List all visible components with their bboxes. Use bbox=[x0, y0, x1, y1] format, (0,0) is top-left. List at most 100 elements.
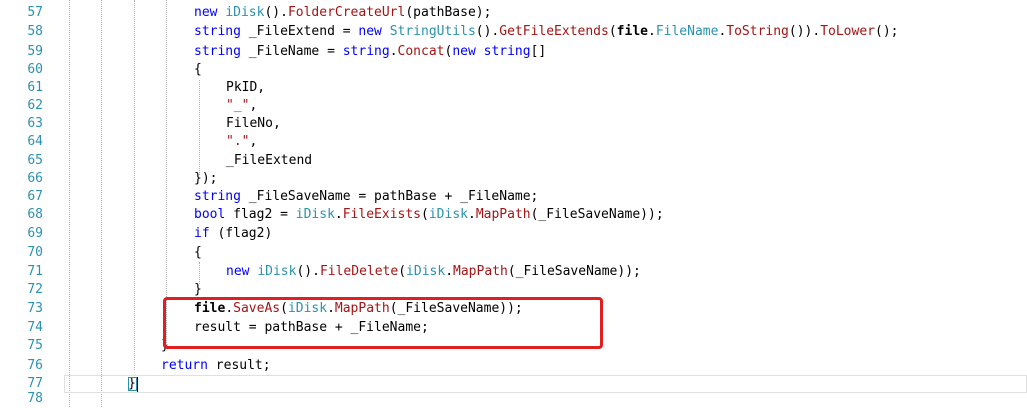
indent-guide bbox=[199, 80, 200, 175]
code-token: . bbox=[647, 24, 656, 39]
line-number: 61 bbox=[27, 80, 43, 95]
indent-guide bbox=[69, 0, 70, 407]
code-token: GetFileExtends bbox=[499, 24, 609, 39]
line-number: 66 bbox=[27, 171, 43, 186]
code-token: new bbox=[194, 5, 226, 20]
code-line[interactable]: string _FileName = string.Concat(new str… bbox=[194, 43, 546, 61]
code-token: if bbox=[194, 226, 218, 241]
code-token: FileExists bbox=[342, 207, 422, 222]
line-number: 60 bbox=[27, 62, 43, 77]
code-line[interactable]: { bbox=[194, 61, 202, 79]
code-token: (). bbox=[264, 5, 288, 20]
code-token: . bbox=[467, 207, 476, 222]
code-token: FolderCreateUrl bbox=[287, 5, 406, 20]
code-token: file bbox=[616, 24, 648, 39]
code-token: string bbox=[194, 44, 249, 59]
code-token: flag2 = bbox=[233, 207, 296, 222]
code-token: . bbox=[445, 264, 454, 279]
code-token: iDisk bbox=[406, 264, 446, 279]
code-token: StringUtils bbox=[389, 24, 476, 39]
code-token: (_FileSaveName)); bbox=[507, 264, 641, 279]
code-token: _FileSaveName = pathBase + _FileName; bbox=[248, 189, 539, 204]
line-number: 69 bbox=[27, 226, 43, 241]
code-token: , bbox=[249, 98, 258, 113]
line-number: 67 bbox=[27, 189, 43, 204]
code-token: } bbox=[194, 282, 202, 297]
code-token: { bbox=[194, 62, 202, 77]
code-token: { bbox=[194, 245, 202, 260]
code-token: bool bbox=[194, 207, 234, 222]
code-token: "_" bbox=[226, 98, 250, 113]
code-token: iDisk bbox=[257, 264, 297, 279]
code-token: [] bbox=[530, 44, 547, 59]
line-number: 62 bbox=[27, 98, 43, 113]
line-number: 63 bbox=[27, 116, 43, 131]
code-line[interactable]: ".", bbox=[226, 133, 257, 151]
code-token: string bbox=[194, 189, 249, 204]
code-line[interactable]: _FileExtend bbox=[226, 152, 312, 170]
code-token: string bbox=[342, 44, 390, 59]
code-token: (); bbox=[875, 24, 899, 39]
code-token: Concat bbox=[397, 44, 445, 59]
code-line[interactable]: string _FileExtend = new StringUtils().G… bbox=[194, 23, 898, 41]
code-token: (_FileSaveName)); bbox=[530, 207, 664, 222]
code-token: ToLower bbox=[820, 24, 875, 39]
code-line[interactable]: PkID, bbox=[226, 79, 265, 97]
code-editor[interactable]: 57 58 59 60 61 62 63 64 65 66 67 68 69 70 71 72 73 74 75 76… bbox=[0, 0, 1027, 407]
line-number: 58 bbox=[27, 24, 43, 39]
code-token: new bbox=[358, 24, 390, 39]
code-token: , bbox=[249, 134, 258, 149]
code-token: ()). bbox=[788, 24, 821, 39]
code-line[interactable]: bool flag2 = iDisk.FileExists(iDisk.MapP… bbox=[194, 206, 664, 224]
code-token: (). bbox=[296, 264, 320, 279]
code-token: (pathBase); bbox=[405, 5, 492, 20]
code-line[interactable]: return result; bbox=[161, 357, 271, 375]
code-token: }); bbox=[194, 171, 218, 186]
indent-guide bbox=[199, 262, 200, 284]
code-token: FileName bbox=[655, 24, 719, 39]
code-line[interactable]: { bbox=[194, 244, 202, 262]
code-line[interactable]: new iDisk().FolderCreateUrl(pathBase); bbox=[194, 4, 491, 22]
code-line[interactable]: new iDisk().FileDelete(iDisk.MapPath(_Fi… bbox=[226, 263, 641, 281]
brace-match-highlight bbox=[128, 377, 137, 391]
code-token: (). bbox=[475, 24, 500, 39]
line-number: 59 bbox=[27, 44, 43, 59]
code-token: iDisk bbox=[225, 5, 265, 20]
code-token: iDisk bbox=[295, 207, 335, 222]
code-line[interactable]: FileNo, bbox=[226, 115, 281, 133]
line-number: 72 bbox=[27, 282, 43, 297]
code-line[interactable]: if (flag2) bbox=[194, 225, 272, 243]
code-token: _FileExtend = bbox=[248, 24, 359, 39]
code-line[interactable]: }); bbox=[194, 170, 217, 188]
code-line[interactable]: "_", bbox=[226, 97, 257, 115]
code-token: result; bbox=[215, 358, 271, 373]
code-token: . bbox=[334, 207, 343, 222]
current-line-highlight bbox=[64, 375, 1027, 393]
code-token: new bbox=[226, 264, 258, 279]
line-number: 73 bbox=[27, 301, 43, 316]
code-token: PkID, bbox=[226, 80, 266, 95]
indent-guide bbox=[166, 0, 167, 345]
code-token: "." bbox=[226, 134, 250, 149]
line-number: 64 bbox=[27, 134, 43, 149]
code-token: (flag2) bbox=[217, 226, 273, 241]
line-number: 57 bbox=[27, 5, 43, 20]
line-number: 71 bbox=[27, 264, 43, 279]
code-token: _FileExtend bbox=[226, 153, 313, 168]
code-token: string bbox=[194, 24, 249, 39]
text-caret bbox=[137, 377, 138, 392]
line-number: 78 bbox=[27, 391, 43, 406]
code-token: ToString bbox=[726, 24, 789, 39]
code-token: return bbox=[161, 358, 216, 373]
code-token: _FileName = bbox=[248, 44, 343, 59]
code-token: MapPath bbox=[475, 207, 531, 222]
code-token: ( bbox=[608, 24, 617, 39]
line-number-gutter: 57 58 59 60 61 62 63 64 65 66 67 68 69 70 71 72 73 74 75 76… bbox=[0, 0, 54, 407]
line-number: 68 bbox=[27, 207, 43, 222]
line-number: 65 bbox=[27, 153, 43, 168]
code-line[interactable]: string _FileSaveName = pathBase + _FileN… bbox=[194, 188, 538, 206]
line-number: 74 bbox=[27, 320, 43, 335]
red-annotation-box bbox=[163, 297, 603, 349]
indent-guide bbox=[101, 0, 102, 407]
code-token: FileNo, bbox=[226, 116, 281, 131]
